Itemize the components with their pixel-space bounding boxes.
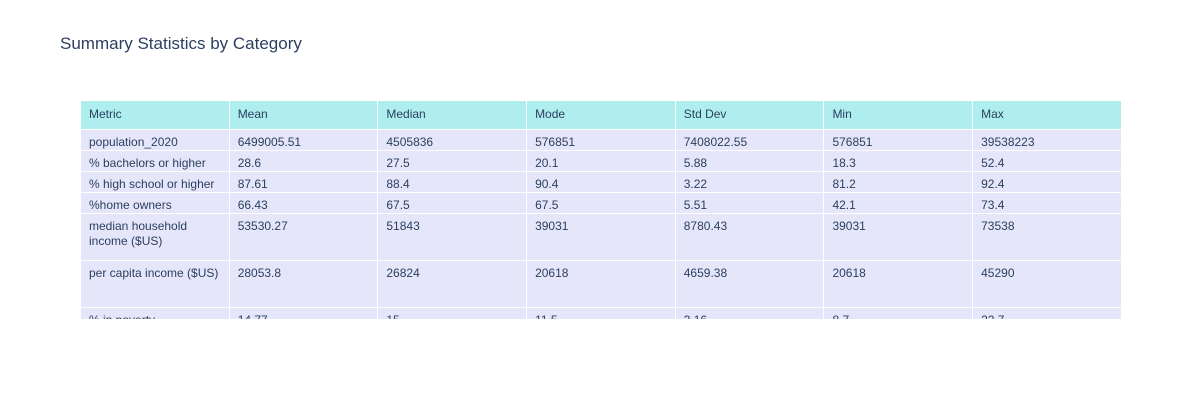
value-cell: 90.4 xyxy=(526,171,676,193)
chart-title: Summary Statistics by Category xyxy=(60,34,302,53)
value-cell: 67.5 xyxy=(526,192,676,214)
value-cell: 51843 xyxy=(377,213,528,261)
metric-cell: population_2020 xyxy=(80,129,230,151)
value-cell: 576851 xyxy=(823,129,974,151)
column-header: Mean xyxy=(228,100,379,130)
value-cell: 4505836 xyxy=(377,129,528,151)
value-cell: 67.5 xyxy=(377,192,528,214)
value-cell: 576851 xyxy=(526,129,676,151)
table-row: population_2020 6499005.51 4505836 576851 74… xyxy=(80,129,1121,151)
table-header: Metric Mean Median Mode Std Dev Min Max xyxy=(80,100,1121,130)
table-row: median household income ($US) 53530.27 518… xyxy=(80,213,1121,261)
table-row: per capita income ($US) 28053.8 26824 20618… xyxy=(80,260,1121,308)
value-cell: 6499005.51 xyxy=(228,129,379,151)
value-cell: 22.7 xyxy=(972,307,1121,319)
value-cell: 14.77 xyxy=(228,307,379,319)
table-row: % bachelors or higher 28.6 27.5 20.1 5.88 18.… xyxy=(80,150,1121,172)
value-cell: 42.1 xyxy=(823,192,974,214)
table-row: %home owners 66.43 67.5 67.5 5.51 42.1 73.4 xyxy=(80,192,1121,214)
value-cell: 4659.38 xyxy=(674,260,825,308)
column-header: Mode xyxy=(526,100,676,130)
column-header: Metric xyxy=(80,100,230,130)
value-cell: 5.88 xyxy=(674,150,825,172)
value-cell: 15 xyxy=(377,307,528,319)
value-cell: 3.22 xyxy=(674,171,825,193)
value-cell: 7408022.55 xyxy=(674,129,825,151)
value-cell: 73.4 xyxy=(972,192,1121,214)
value-cell: 73538 xyxy=(972,213,1121,261)
value-cell: 39031 xyxy=(526,213,676,261)
value-cell: 92.4 xyxy=(972,171,1121,193)
value-cell: 28053.8 xyxy=(228,260,379,308)
column-header: Max xyxy=(972,100,1121,130)
metric-cell: %home owners xyxy=(80,192,230,214)
value-cell: 53530.27 xyxy=(228,213,379,261)
value-cell: 28.6 xyxy=(228,150,379,172)
summary-table-container: Metric Mean Median Mode Std Dev Min Max … xyxy=(80,100,1121,319)
value-cell: 88.4 xyxy=(377,171,528,193)
value-cell: 39538223 xyxy=(972,129,1121,151)
value-cell: 81.2 xyxy=(823,171,974,193)
metric-cell: % high school or higher xyxy=(80,171,230,193)
table-row: % high school or higher 87.61 88.4 90.4 3.22… xyxy=(80,171,1121,193)
value-cell: 87.61 xyxy=(228,171,379,193)
header-row: Metric Mean Median Mode Std Dev Min Max xyxy=(80,100,1121,130)
value-cell: 3.16 xyxy=(674,307,825,319)
value-cell: 26824 xyxy=(377,260,528,308)
value-cell: 18.3 xyxy=(823,150,974,172)
metric-cell: per capita income ($US) xyxy=(80,260,230,308)
value-cell: 11.5 xyxy=(526,307,676,319)
summary-table: Metric Mean Median Mode Std Dev Min Max … xyxy=(80,100,1121,319)
column-header: Min xyxy=(823,100,974,130)
column-header: Std Dev xyxy=(674,100,825,130)
value-cell: 20618 xyxy=(823,260,974,308)
metric-cell: % in poverty xyxy=(80,307,230,319)
value-cell: 8780.43 xyxy=(674,213,825,261)
value-cell: 39031 xyxy=(823,213,974,261)
value-cell: 27.5 xyxy=(377,150,528,172)
metric-cell: median household income ($US) xyxy=(80,213,230,261)
table-body: population_2020 6499005.51 4505836 576851 74… xyxy=(80,129,1121,319)
value-cell: 52.4 xyxy=(972,150,1121,172)
value-cell: 66.43 xyxy=(228,192,379,214)
value-cell: 45290 xyxy=(972,260,1121,308)
metric-cell: % bachelors or higher xyxy=(80,150,230,172)
value-cell: 5.51 xyxy=(674,192,825,214)
table-row: % in poverty14.771511.53.168.722.7 xyxy=(80,307,1121,319)
value-cell: 20618 xyxy=(526,260,676,308)
value-cell: 8.7 xyxy=(823,307,974,319)
value-cell: 20.1 xyxy=(526,150,676,172)
column-header: Median xyxy=(377,100,528,130)
